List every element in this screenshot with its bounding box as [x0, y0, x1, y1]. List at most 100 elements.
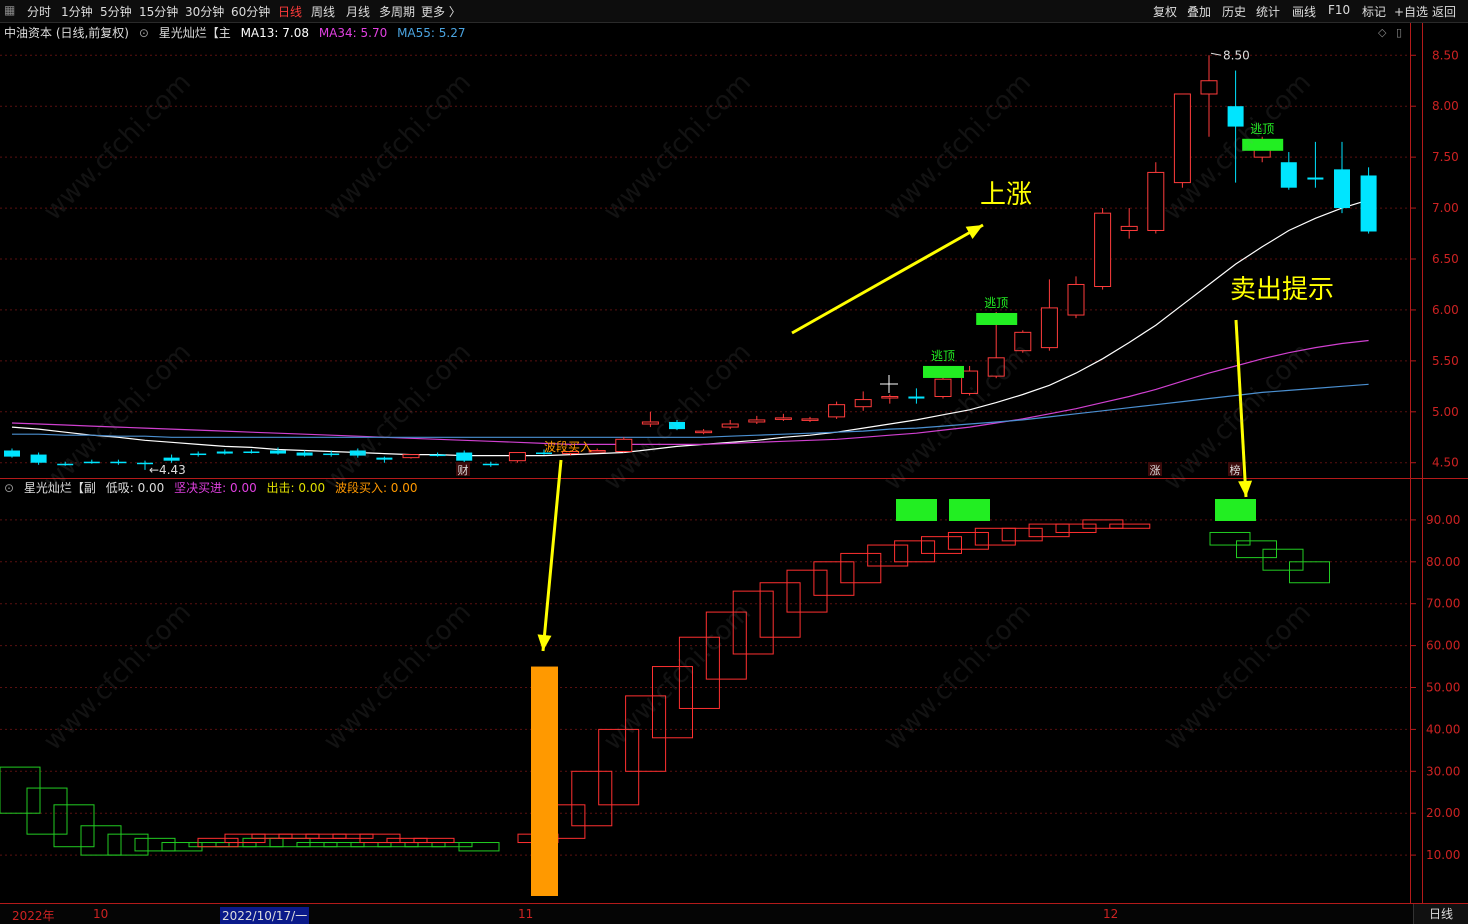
period-tab-2[interactable]: 5分钟 [100, 3, 132, 20]
candle-body-down [1360, 175, 1377, 232]
tool-button-5[interactable]: F10 [1328, 3, 1350, 17]
sub-box-red [625, 695, 667, 772]
axis-label-year: 2022年 [12, 909, 55, 923]
candle-body-up [801, 418, 819, 421]
stock-title: 中油资本 (日线,前复权) [4, 26, 129, 40]
chevron-icon[interactable]: ⊙ [4, 481, 14, 495]
tool-button-3[interactable]: 统计 [1256, 3, 1280, 20]
sub-box-green [134, 837, 176, 852]
wave-buy-bar [531, 666, 558, 896]
candle-body-up [721, 423, 739, 428]
candle-body-up [615, 438, 633, 453]
candle-body-down [270, 450, 286, 454]
axis-label-dec: 12 [1103, 907, 1119, 921]
main-indicator-name[interactable]: 星光灿烂【主 [159, 26, 231, 40]
escape-block [1242, 138, 1284, 151]
diamond-icon: ◇ [1378, 26, 1387, 39]
period-tab-7[interactable]: 周线 [311, 3, 335, 20]
candle-body-up [774, 417, 792, 420]
sub-indicator-name[interactable]: 星光灿烂【副 [24, 481, 96, 495]
candle-body-down [163, 457, 180, 461]
marker-zhang: 涨 [1150, 464, 1161, 477]
candle-body-up [1014, 331, 1032, 352]
candle-body-down [323, 453, 340, 456]
period-tab-9[interactable]: 多周期 [379, 3, 415, 20]
tool-button-4[interactable]: 画线 [1292, 3, 1316, 20]
period-tab-3[interactable]: 15分钟 [139, 3, 178, 20]
candle-body-up [854, 399, 872, 408]
chevron-icon[interactable]: ⊙ [139, 26, 149, 40]
low-price-label: ←4.43 [149, 463, 186, 477]
candle-body-up [695, 430, 713, 434]
candle-body-up [508, 452, 526, 462]
candle-body-up [1147, 171, 1165, 231]
period-tab-0[interactable]: 分时 [27, 3, 51, 20]
sub-tick-label: 60.00 [1426, 639, 1460, 653]
candle-body-down [190, 453, 207, 456]
candle-body-down [30, 454, 47, 463]
candle-body-down [216, 451, 233, 454]
escape-block [923, 365, 964, 378]
sub-box-red [386, 837, 428, 844]
period-tab-5[interactable]: 60分钟 [231, 3, 270, 20]
sub-box-green [80, 825, 122, 856]
time-axis-bar: 2022年 10 2022/10/17/一 11 12 日线 [0, 903, 1468, 924]
sub-box-green [296, 842, 338, 848]
tool-button-0[interactable]: 复权 [1153, 3, 1177, 20]
sub-escape-block [1215, 499, 1256, 521]
tool-button-2[interactable]: 历史 [1222, 3, 1246, 20]
ma-line-ma13 [11, 199, 1369, 457]
rise-arrow-shaft [791, 223, 984, 335]
sub-box-red [921, 536, 962, 554]
sub-box-red [867, 544, 909, 567]
jianjue-label: 坚决买进: 0.00 [174, 481, 257, 495]
candle-body-down [1307, 177, 1324, 180]
axis-cursor-date: 2022/10/17/一 [220, 907, 310, 924]
tool-button-6[interactable]: 标记 [1362, 3, 1386, 20]
sub-box-red [678, 636, 720, 709]
sub-tick-label: 20.00 [1426, 806, 1460, 820]
candle-body-down [669, 421, 685, 430]
daily-line-button[interactable]: 日线 [1413, 904, 1468, 924]
period-tab-1[interactable]: 1分钟 [61, 3, 93, 20]
price-tick-label: 8.50 [1432, 48, 1459, 62]
ma55-label: MA55: 5.27 [397, 26, 466, 40]
sub-box-green [107, 833, 149, 856]
candle-body-down [456, 452, 473, 461]
sub-box-red [598, 728, 640, 806]
chuji-label: 出击: 0.00 [266, 481, 326, 495]
sub-tick-label: 10.00 [1426, 848, 1460, 862]
period-tab-8[interactable]: 月线 [346, 3, 370, 20]
sub-box-red [305, 833, 347, 839]
candle-body-up [987, 357, 1005, 377]
period-tab-4[interactable]: 30分钟 [185, 3, 224, 20]
candle-body-down [1334, 169, 1350, 209]
tool-button-7[interactable]: +自选 [1394, 3, 1428, 20]
high-price-label: 8.50 [1223, 48, 1250, 62]
boduan-label: 波段买入: 0.00 [334, 481, 418, 495]
period-tab-6[interactable]: 日线 [278, 3, 302, 20]
sub-box-green [404, 842, 446, 848]
main-chart-legend: 中油资本 (日线,前复权) ⊙ 星光灿烂【主 MA13: 7.08 MA34: … [4, 24, 471, 41]
period-toolbar: 分时 1分钟 5分钟 15分钟 30分钟 60分钟 日线 周线 月线 多周期 更多 〉 ▦ 复权 叠加 历史… [0, 0, 1468, 23]
period-tab-10[interactable]: 更多 〉 [421, 3, 461, 20]
sub-box-red [278, 833, 320, 839]
candle-body-up [1040, 307, 1058, 349]
panel-toggle-icon: ▯ [1396, 26, 1402, 39]
sub-escape-block [949, 499, 990, 521]
candle-body-up [881, 396, 899, 399]
sub-box-green [1262, 548, 1304, 571]
sub-tick-label: 80.00 [1426, 555, 1460, 569]
sub-box-green [323, 842, 365, 848]
sub-box-red [974, 527, 1016, 546]
sub-box-red [332, 833, 374, 839]
candle-body-down [83, 461, 100, 464]
sub-escape-block [896, 499, 937, 521]
sub-chart-legend: ⊙ 星光灿烂【副 低吸: 0.00 坚决买进: 0.00 出击: 0.00 波段… [4, 479, 424, 496]
escape-label: 逃顶 [984, 296, 1008, 310]
ma-line-ma55 [12, 383, 1369, 438]
tool-button-8[interactable]: 返回 [1432, 3, 1456, 20]
tool-button-1[interactable]: 叠加 [1187, 3, 1211, 20]
kline-chart[interactable]: 4.50 5.00 5.50 6.00 6.50 7.00 7.50 8.00 8.50 10.0… [0, 0, 1468, 923]
menu-icon[interactable]: ▦ [4, 3, 15, 17]
